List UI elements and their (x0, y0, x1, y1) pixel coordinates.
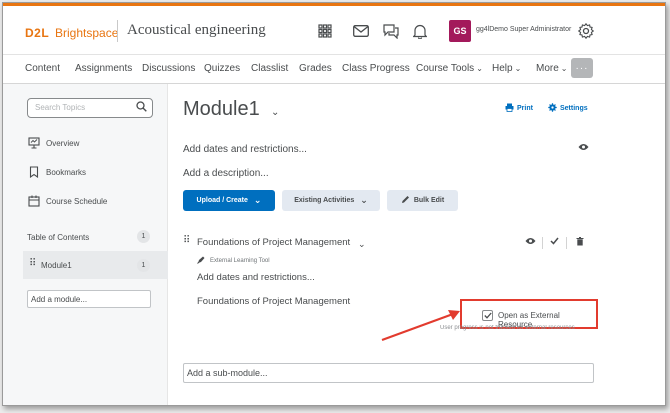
grid-icon (318, 24, 332, 38)
open-external-checkbox[interactable] (482, 310, 493, 321)
nav-help[interactable]: Help ⌄ (492, 63, 521, 74)
sidebar-module-module1[interactable]: ⠿ Module1 1 (23, 251, 168, 279)
topic-add-dates-link[interactable]: Add dates and restrictions... (197, 272, 315, 283)
existing-activities-label: Existing Activities (294, 197, 355, 204)
drag-handle-icon[interactable]: ⠿ (29, 258, 36, 269)
pencil-icon (401, 195, 410, 206)
external-resource-hint: User progress is not tracked for externa… (440, 325, 575, 331)
sidebar-item-bookmarks[interactable]: Bookmarks (27, 166, 86, 178)
settings-label: Settings (560, 105, 588, 112)
drag-handle-icon[interactable]: ⠿ (183, 235, 190, 246)
gear-icon (578, 23, 594, 39)
add-submodule-input[interactable]: Add a sub-module... (183, 363, 594, 383)
trash-icon[interactable] (576, 237, 584, 248)
checkmark-icon (483, 312, 492, 319)
checkmark-icon[interactable] (550, 237, 559, 247)
topic-type-label: External Learning Tool (210, 258, 270, 264)
chevron-down-icon: ⌄ (514, 64, 522, 73)
printer-icon (505, 103, 514, 114)
add-dates-link[interactable]: Add dates and restrictions... (183, 144, 307, 155)
username[interactable]: gg4lDemo Super Administrator (476, 26, 571, 33)
nav-help-label: Help (492, 63, 513, 74)
chevron-down-icon[interactable]: ⌄ (358, 239, 366, 250)
sidebar-item-label: Bookmarks (46, 167, 87, 177)
nav-assignments[interactable]: Assignments (75, 63, 132, 74)
logo-d2l[interactable]: D2L (25, 26, 49, 40)
nav-course-tools-label: Course Tools (416, 63, 475, 74)
print-button[interactable]: Print (505, 103, 533, 114)
nav-grades[interactable]: Grades (299, 63, 332, 74)
eye-icon[interactable] (525, 237, 536, 247)
toc-count-badge: 1 (137, 230, 150, 243)
add-module-input[interactable]: Add a module... (27, 290, 151, 308)
page-title: Module1 (183, 98, 260, 120)
existing-activities-button[interactable]: Existing Activities ⌄ (282, 190, 380, 211)
divider (542, 237, 543, 249)
search-topics-input[interactable]: Search Topics (27, 98, 153, 118)
nav-course-tools[interactable]: Course Tools ⌄ (416, 63, 483, 74)
update-alerts-icon[interactable] (409, 20, 431, 42)
nav-more[interactable]: More ⌄ (536, 63, 568, 74)
avatar[interactable]: GS (449, 20, 471, 42)
subscription-alerts-icon[interactable] (380, 20, 402, 42)
app-window: D2L Brightspace Acoustical engineering G… (2, 2, 666, 406)
course-title[interactable]: Acoustical engineering (127, 22, 266, 39)
bell-icon (413, 24, 427, 39)
nav-content[interactable]: Content (25, 63, 60, 74)
calendar-icon (27, 195, 41, 207)
eye-icon[interactable] (578, 143, 589, 154)
nav-classlist[interactable]: Classlist (251, 63, 288, 74)
nav-class-progress[interactable]: Class Progress (342, 63, 410, 74)
gear-icon (548, 103, 557, 114)
bulk-edit-label: Bulk Edit (413, 197, 445, 204)
table-of-contents-link[interactable]: Table of Contents (27, 233, 89, 242)
topic-type-row: External Learning Tool (197, 256, 270, 266)
course-selector-grid-icon[interactable] (314, 20, 336, 42)
sidebar-item-label: Course Schedule (46, 196, 108, 206)
presentation-icon (27, 137, 41, 149)
rocket-icon (197, 256, 205, 266)
chevron-down-icon: ⌄ (253, 195, 262, 205)
nav-more-label: More (536, 63, 559, 74)
more-options-button[interactable]: ··· (571, 58, 593, 78)
bookmark-icon (27, 166, 41, 178)
sidebar-item-overview[interactable]: Overview (27, 137, 79, 149)
magnifier-icon (136, 101, 147, 112)
sidebar-item-label: Overview (46, 138, 80, 148)
bulk-edit-button[interactable]: Bulk Edit (387, 190, 458, 211)
admin-tools-icon[interactable] (575, 20, 597, 42)
topic-body-text: Foundations of Project Management (197, 296, 351, 307)
upload-create-button[interactable]: Upload / Create ⌄ (183, 190, 275, 211)
chat-bubbles-icon (383, 23, 399, 39)
search-icon[interactable] (136, 101, 147, 115)
envelope-icon (353, 25, 369, 37)
sidebar: Search Topics Overview Bookmarks Course … (3, 84, 168, 405)
nav-discussions[interactable]: Discussions (142, 63, 195, 74)
module-label: Module1 (41, 261, 72, 270)
module-count-badge: 1 (137, 259, 150, 272)
sidebar-item-course-schedule[interactable]: Course Schedule (27, 195, 107, 207)
settings-button[interactable]: Settings (548, 103, 588, 114)
header: D2L Brightspace Acoustical engineering G… (3, 6, 665, 54)
search-placeholder: Search Topics (35, 103, 86, 112)
divider (566, 237, 567, 249)
topic-title[interactable]: Foundations of Project Management (197, 237, 350, 248)
chevron-down-icon: ⌄ (476, 64, 483, 73)
logo-brightspace[interactable]: Brightspace (55, 26, 118, 40)
add-description-link[interactable]: Add a description... (183, 168, 269, 179)
chevron-down-icon: ⌄ (360, 195, 368, 205)
nav-quizzes[interactable]: Quizzes (204, 63, 240, 74)
annotation-arrow (381, 310, 460, 342)
print-label: Print (517, 105, 533, 112)
header-divider (117, 20, 118, 42)
chevron-down-icon: ⌄ (560, 64, 568, 73)
navbar: Content Assignments Discussions Quizzes … (3, 55, 665, 83)
message-alerts-icon[interactable] (350, 20, 372, 42)
upload-create-label: Upload / Create (196, 197, 248, 204)
chevron-down-icon[interactable]: ⌄ (271, 107, 279, 118)
